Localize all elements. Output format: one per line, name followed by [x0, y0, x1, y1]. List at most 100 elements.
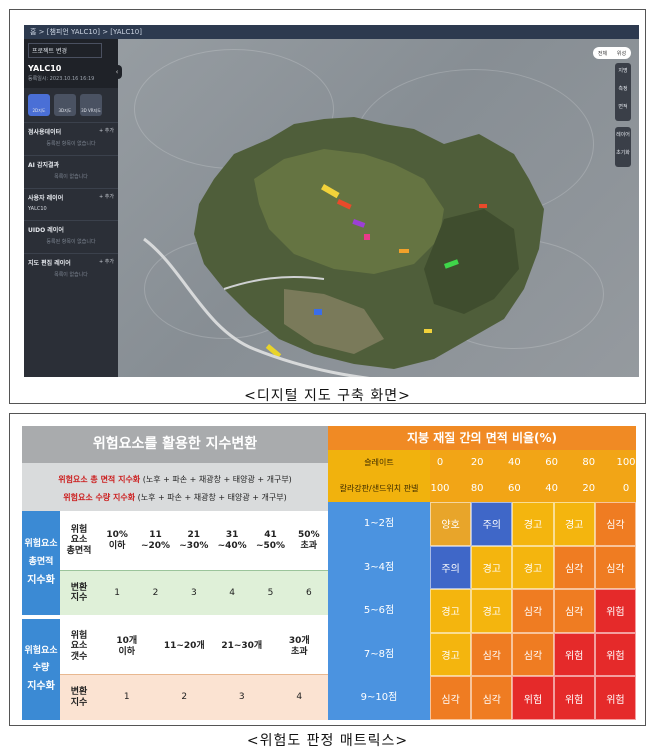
risk-cell: 심각: [553, 589, 595, 633]
risk-cell: 경고: [471, 545, 513, 590]
steel-scale: 100 80 60 40 20 0: [430, 476, 636, 502]
scale-label: 80: [470, 483, 484, 494]
collapse-panel-button[interactable]: ‹: [112, 65, 122, 79]
scale-label: 20: [470, 457, 484, 468]
formula-count: 위험요소 수량 지수화 (노후 + 파손 + 채광창 + 태양광 + 개구부): [22, 492, 328, 503]
layer-item[interactable]: YALC10: [28, 202, 114, 216]
index-conversion-table: 위험요소를 활용한 지수변환 위험요소 총 면적 지수화 (노후 + 파손 + …: [22, 426, 328, 720]
section-edit-layer: 지도 편집 레이어 + 추가 목록이 없습니다: [24, 253, 118, 286]
area-index-row: 1 2 3 4 5 6: [98, 571, 328, 615]
table-cell: 4: [229, 587, 236, 598]
scale-label: 100: [616, 457, 636, 468]
count-ranges-row: 10개 이하 11~20개 21~30개 30개 초과: [98, 619, 328, 675]
scale-label: 40: [508, 457, 521, 468]
formula-area-name: 위험요소 총 면적 지수화: [58, 475, 141, 484]
section-title: 점사용데이터: [28, 129, 62, 136]
slate-label: 슬레이트: [328, 450, 430, 476]
roof-ratio-title: 지붕 재질 간의 면적 비율(%): [328, 426, 636, 450]
formula-area: 위험요소 총 면적 지수화 (노후 + 파손 + 채광창 + 태양광 + 개구부…: [22, 474, 328, 485]
table-cell: 1: [123, 692, 130, 703]
project-title: YALC10: [28, 64, 62, 73]
table-cell: 6: [305, 587, 312, 598]
digital-map-figure: 홈 > [챔피언 YALC10] > [YALC10] 프로젝트 변경 YALC…: [9, 9, 646, 404]
formula-count-terms: (노후 + 파손 + 채광창 + 태양광 + 개구부): [137, 493, 287, 502]
table-cell: 10% 이하: [106, 530, 128, 551]
table-cell: 5: [267, 587, 274, 598]
table-cell: 11~20개: [163, 641, 205, 652]
table-cell: 2: [152, 587, 159, 598]
scale-label: 0: [622, 483, 630, 494]
score-label: 1~2점: [363, 518, 395, 529]
steel-label: 칼라강판/샌드위치 판넬: [328, 476, 430, 502]
scale-label: 100: [430, 483, 450, 494]
mode-2d-button[interactable]: 2D지도: [28, 94, 50, 116]
slate-scale: 0 20 40 60 80 100: [430, 450, 636, 476]
steel-scale-row: 칼라강판/샌드위치 판넬 100 80 60 40 20 0: [328, 476, 636, 502]
scale-label: 20: [582, 483, 596, 494]
empty-text: 목록이 없습니다: [54, 272, 88, 278]
section-title: AI 감지결과: [28, 162, 60, 169]
tool-measure[interactable]: 측정: [615, 83, 631, 101]
risk-cell: 심각: [553, 545, 595, 590]
tool-place-name[interactable]: 지명: [615, 65, 631, 83]
risk-cell: 심각: [512, 632, 554, 677]
count-label-line3: 지수화: [27, 681, 55, 693]
basemap-all[interactable]: 전체: [598, 50, 607, 57]
area-row-label: 위험 요소 총면적: [60, 511, 98, 571]
risk-cell: 심각: [471, 676, 513, 720]
count-label-line2: 수량: [32, 663, 50, 673]
table-cell: 21 ~30%: [179, 530, 209, 551]
count-index-group: 위험요소 수량 지수화 위험 요소 갯수 10개 이하 11~20개 21~30개 3…: [22, 619, 328, 720]
area-index-group: 위험요소 총면적 지수화 위험 요소 총면적 10% 이하 11 ~20% 21 ~…: [22, 511, 328, 615]
risk-cell: 경고: [553, 502, 595, 546]
tool-area[interactable]: 면적: [615, 101, 631, 119]
table-cell: 11 ~20%: [140, 530, 171, 551]
risk-level-grid: 양호 주의 경고 경고 심각 주의 경고 경고 심각 심각 경고 경고 심각 심각 위험 경고 심각 심각 위험 위험…: [430, 502, 636, 720]
add-button[interactable]: + 추가: [99, 193, 114, 202]
scale-label: 40: [545, 483, 558, 494]
risk-cell: 심각: [594, 502, 636, 546]
scale-label: 0: [436, 457, 444, 468]
table-cell: 31 ~40%: [217, 530, 247, 551]
area-ranges-row: 10% 이하 11 ~20% 21 ~30% 31 ~40% 41 ~50% 50% 초과: [98, 511, 328, 571]
table-cell: 10개 이하: [116, 636, 138, 657]
risk-cell: 위험: [594, 632, 636, 677]
basemap-toggle[interactable]: 전체 위성: [593, 47, 631, 59]
risk-cell: 경고: [430, 632, 472, 677]
add-button[interactable]: + 추가: [99, 127, 114, 136]
layer-panel: 프로젝트 변경 YALC10 등록일시: 2023.10.16 16:19 2D…: [24, 39, 118, 377]
formula-count-name: 위험요소 수량 지수화: [63, 493, 136, 502]
score-label: 3~4점: [363, 561, 395, 573]
risk-judgement-matrix: 지붕 재질 간의 면적 비율(%) 슬레이트 0 20 40 60 80 100 칼라강판…: [328, 426, 636, 720]
risk-cell: 경고: [512, 502, 554, 546]
risk-cell: 심각: [512, 589, 554, 633]
section-title: 사용자 레이어: [28, 195, 64, 202]
tool-layer[interactable]: 레이어: [615, 129, 631, 147]
caption-digital-map: <디지털 지도 구축 화면>: [244, 388, 411, 404]
count-group-label: 위험요소 수량 지수화: [22, 619, 60, 720]
score-column: 1~2점 3~4점 5~6점 7~8점 9~10점: [328, 502, 430, 720]
basemap-satellite[interactable]: 위성: [617, 50, 626, 57]
breadcrumb: 홈 > [챔피언 YALC10] > [YALC10]: [24, 25, 639, 39]
score-label: 9~10점: [360, 692, 398, 704]
table-cell: 50% 초과: [298, 530, 320, 551]
tool-reset[interactable]: 초기화: [615, 147, 631, 165]
mode-3d-button[interactable]: 3D지도: [54, 94, 76, 116]
slate-scale-row: 슬레이트 0 20 40 60 80 100: [328, 450, 636, 476]
scale-label: 60: [508, 483, 521, 494]
formula-box: 위험요소 총 면적 지수화 (노후 + 파손 + 채광창 + 태양광 + 개구부…: [22, 463, 328, 511]
area-label-line2: 총면적: [28, 556, 54, 567]
risk-cell: 양호: [430, 502, 472, 546]
add-button[interactable]: + 추가: [99, 258, 114, 267]
empty-text: 목록이 없습니다: [54, 174, 88, 180]
risk-cell: 경고: [512, 545, 554, 590]
section-title: 지도 편집 레이어: [28, 260, 71, 267]
table-cell: 4: [296, 692, 303, 703]
table-cell: 30개 초과: [288, 636, 310, 657]
risk-cell: 심각: [471, 632, 513, 677]
area-label-line1: 위험요소: [24, 539, 58, 550]
risk-cell: 주의: [430, 545, 472, 590]
mode-vr-button[interactable]: 3D VR지도: [80, 94, 102, 116]
change-project-button[interactable]: 프로젝트 변경: [28, 43, 102, 58]
section-uido-layer: UIDO 레이어 등록된 항목이 없습니다: [24, 220, 118, 253]
